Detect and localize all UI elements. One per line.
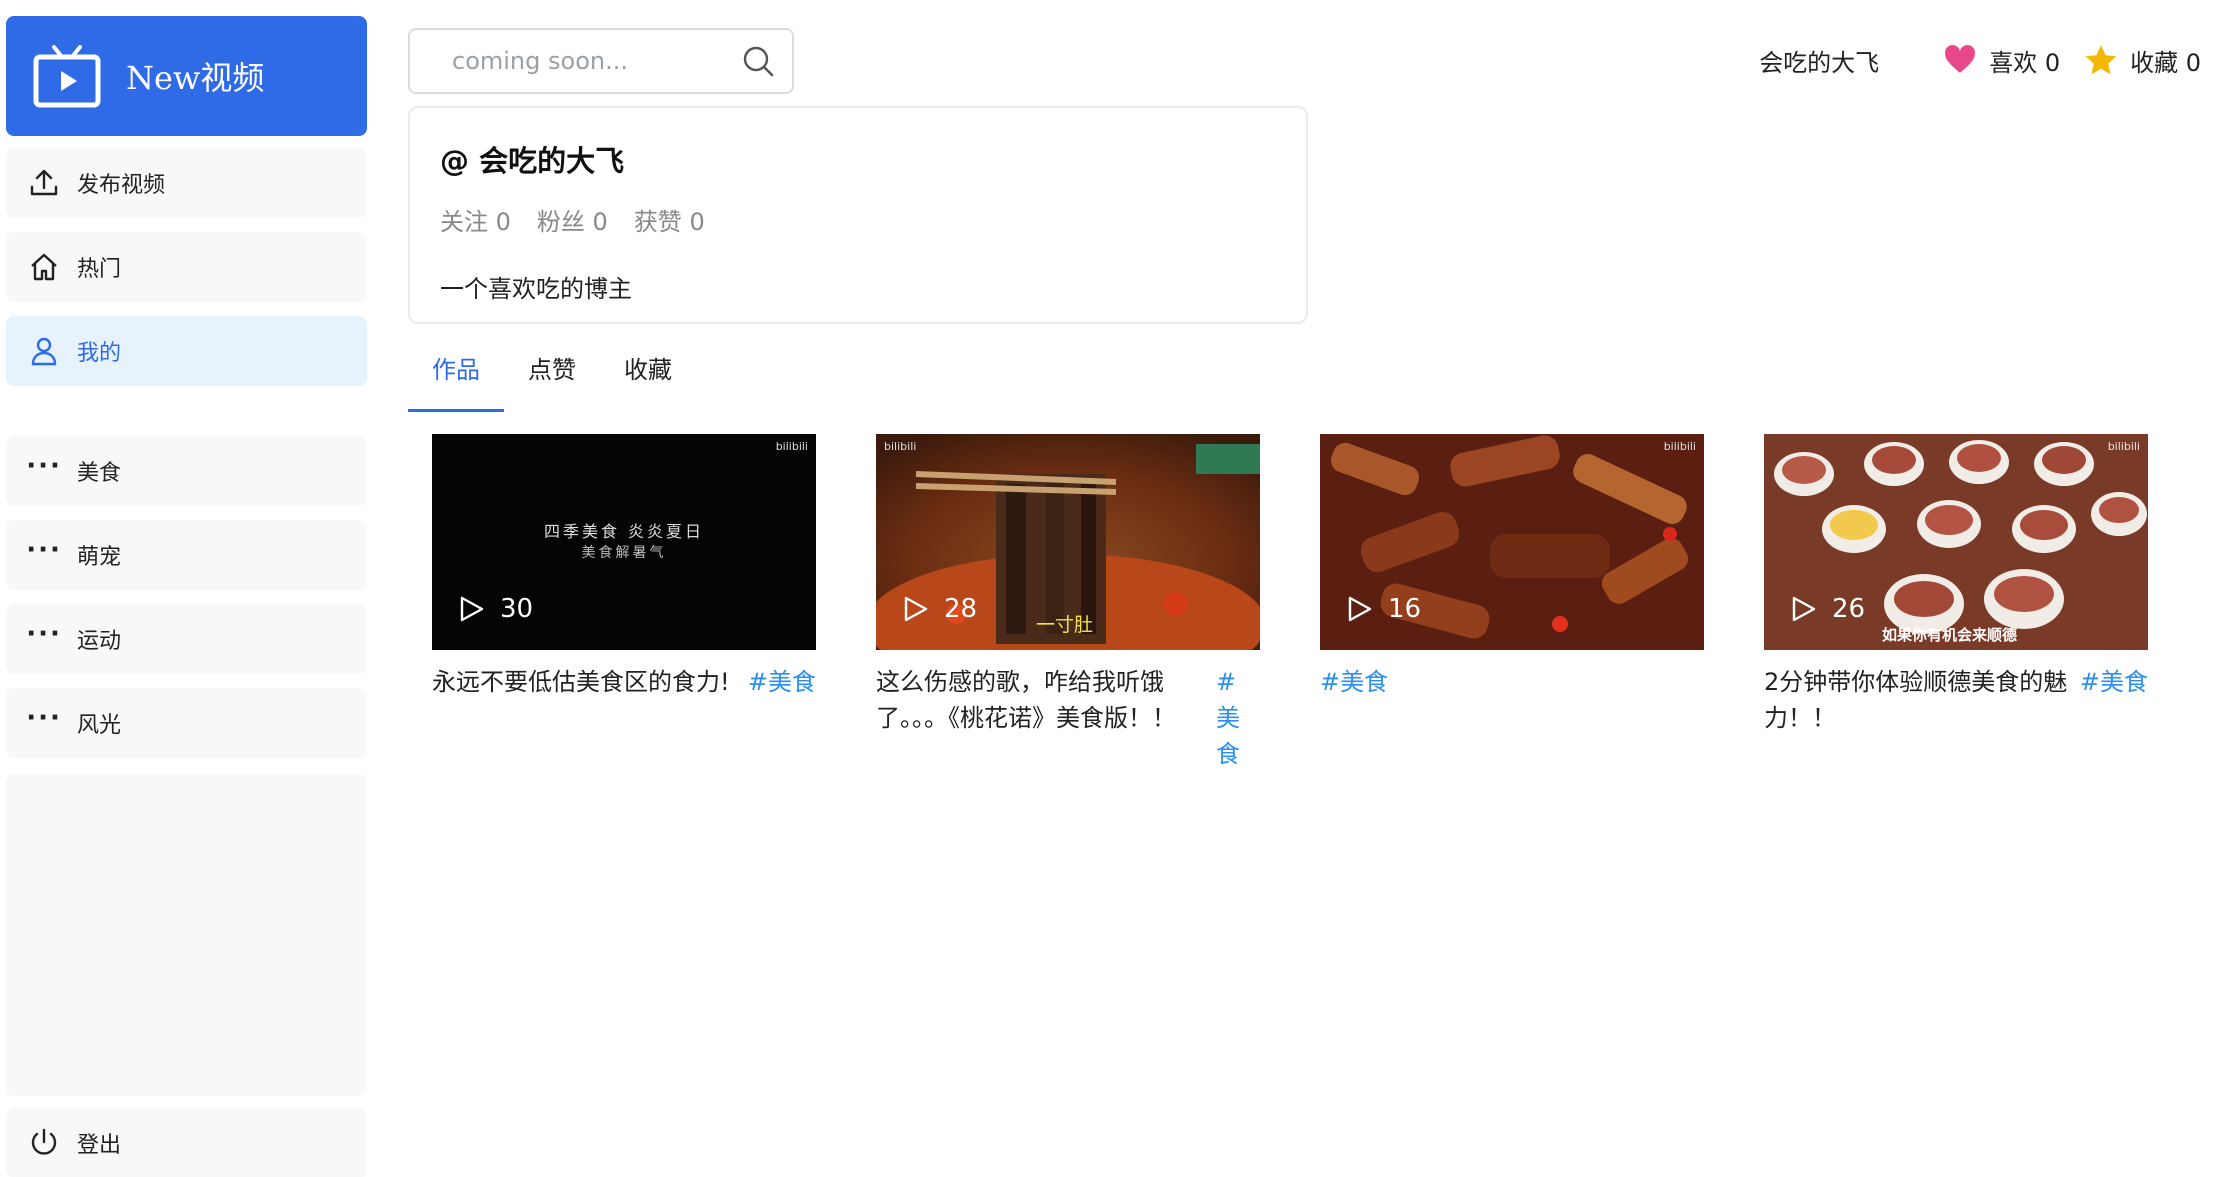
cover-caption: 四季美食 炎炎夏日	[543, 522, 705, 541]
bilibili-watermark: bilibili	[2107, 440, 2140, 453]
bilibili-watermark: bilibili	[775, 440, 808, 453]
play-count-value: 16	[1388, 594, 1422, 624]
play-count: 28	[900, 594, 977, 624]
tab-likes[interactable]: 点赞	[504, 336, 600, 412]
profile-card: @ 会吃的大飞 关注 0 粉丝 0 获赞 0 一个喜欢吃的博主	[408, 106, 1308, 324]
logo-text: New视频	[126, 59, 265, 97]
video-title[interactable]: 2分钟带你体验顺德美食的魅力！！	[1764, 664, 2080, 736]
sidebar-item-label: 运动	[77, 629, 122, 654]
tab-favorites[interactable]: 收藏	[600, 336, 696, 412]
star-icon	[2085, 45, 2117, 75]
cover-caption-secondary: 美食解暑气	[581, 545, 667, 561]
tv-icon	[33, 45, 101, 108]
video-tag[interactable]: #美食	[2080, 664, 2148, 736]
sidebar-item-label: 热门	[77, 257, 122, 282]
tab-works[interactable]: 作品	[408, 336, 504, 412]
likes-counter[interactable]: 喜欢 0	[1943, 43, 2060, 78]
search-box	[408, 28, 794, 94]
sidebar-category-pets[interactable]: ··· 萌宠	[6, 520, 367, 590]
sidebar-category-scenery[interactable]: ··· 风光	[6, 688, 367, 758]
video-thumbnail[interactable]: bilibili 如果你有机会来顺德 26	[1764, 434, 2148, 650]
cover-caption: 一寸肚	[1036, 614, 1094, 636]
more-dots-icon: ···	[26, 619, 62, 649]
profile-stats: 关注 0 粉丝 0 获赞 0	[440, 202, 1276, 237]
play-count: 30	[456, 594, 533, 624]
play-icon	[904, 596, 928, 622]
play-count-value: 28	[944, 594, 978, 624]
play-count: 16	[1344, 594, 1421, 624]
video-tag[interactable]: #美食	[1320, 664, 1388, 700]
profile-name: @ 会吃的大飞	[440, 144, 625, 178]
more-dots-icon: ···	[26, 451, 62, 481]
sidebar-category-sports[interactable]: ··· 运动	[6, 604, 367, 674]
power-icon	[27, 1126, 61, 1160]
search-input[interactable]	[452, 47, 722, 75]
profile-tabs: 作品 点赞 收藏	[408, 336, 696, 412]
video-thumbnail[interactable]: bilibili 四季美食 炎炎夏日 美食解暑气 30	[432, 434, 816, 650]
play-count: 26	[1788, 594, 1865, 624]
sidebar-spacer	[6, 774, 367, 1096]
likes-label: 喜欢 0	[1989, 48, 2061, 77]
logout-button[interactable]: 登出	[6, 1108, 367, 1177]
bilibili-watermark: bilibili	[884, 440, 917, 453]
sidebar-item-label: 美食	[77, 461, 122, 486]
more-dots-icon: ···	[26, 535, 62, 565]
home-icon	[27, 250, 61, 284]
video-card[interactable]: bilibili 如果你有机会来顺德 26 2分钟带你体验顺德美食的魅力！！ #…	[1764, 434, 2148, 736]
followers-count[interactable]: 粉丝 0	[537, 202, 608, 237]
search-icon[interactable]	[740, 43, 776, 79]
sidebar-item-label: 萌宠	[77, 545, 122, 570]
logout-label: 登出	[77, 1133, 122, 1158]
profile-bio: 一个喜欢吃的博主	[440, 275, 632, 303]
sidebar-item-label: 发布视频	[77, 173, 166, 198]
user-icon	[27, 334, 61, 368]
favorites-counter[interactable]: 收藏 0	[2084, 43, 2201, 78]
play-icon	[460, 596, 484, 622]
sidebar-item-hot[interactable]: 热门	[6, 232, 367, 302]
sidebar-item-label: 风光	[77, 713, 122, 738]
sidebar-item-mine[interactable]: 我的	[6, 316, 367, 386]
cover-caption: 如果你有机会来顺德	[1882, 626, 2018, 644]
video-thumbnail[interactable]: bilibili 一寸肚 28	[876, 434, 1260, 650]
sidebar-item-label: 我的	[77, 341, 122, 366]
sidebar-item-upload[interactable]: 发布视频	[6, 148, 367, 218]
heart-icon	[1945, 45, 1976, 73]
video-title[interactable]: 永远不要低估美食区的食力!	[432, 664, 732, 700]
play-count-value: 26	[1832, 594, 1866, 624]
user-status-bar: 会吃的大飞 喜欢 0 收藏 0	[1759, 40, 2201, 80]
favorites-label: 收藏 0	[2130, 48, 2201, 77]
video-card[interactable]: bilibili 16 #美食	[1320, 434, 1704, 700]
following-count[interactable]: 关注 0	[440, 202, 511, 237]
app-logo[interactable]: New视频	[6, 16, 367, 136]
video-thumbnail[interactable]: bilibili 16	[1320, 434, 1704, 650]
sidebar-category-food[interactable]: ··· 美食	[6, 436, 367, 506]
more-dots-icon: ···	[26, 703, 62, 733]
bilibili-watermark: bilibili	[1663, 440, 1696, 453]
play-count-value: 30	[500, 594, 534, 624]
video-title[interactable]: 这么伤感的歌，咋给我听饿了。。。《桃花诺》美食版！！	[876, 664, 1200, 772]
video-tag[interactable]: #美食	[748, 664, 816, 700]
upload-icon	[27, 166, 61, 200]
video-card[interactable]: bilibili 一寸肚 28 这么伤感的歌，咋给我听饿了。。。《桃花诺》美食版…	[876, 434, 1260, 772]
video-card[interactable]: bilibili 四季美食 炎炎夏日 美食解暑气 30 永远不要低估美食区的食力…	[432, 434, 816, 700]
current-username[interactable]: 会吃的大飞	[1759, 43, 1879, 78]
video-tag[interactable]: #美食	[1216, 664, 1260, 772]
play-icon	[1348, 596, 1372, 622]
likes-received-count: 获赞 0	[633, 208, 705, 236]
play-icon	[1792, 596, 1816, 622]
